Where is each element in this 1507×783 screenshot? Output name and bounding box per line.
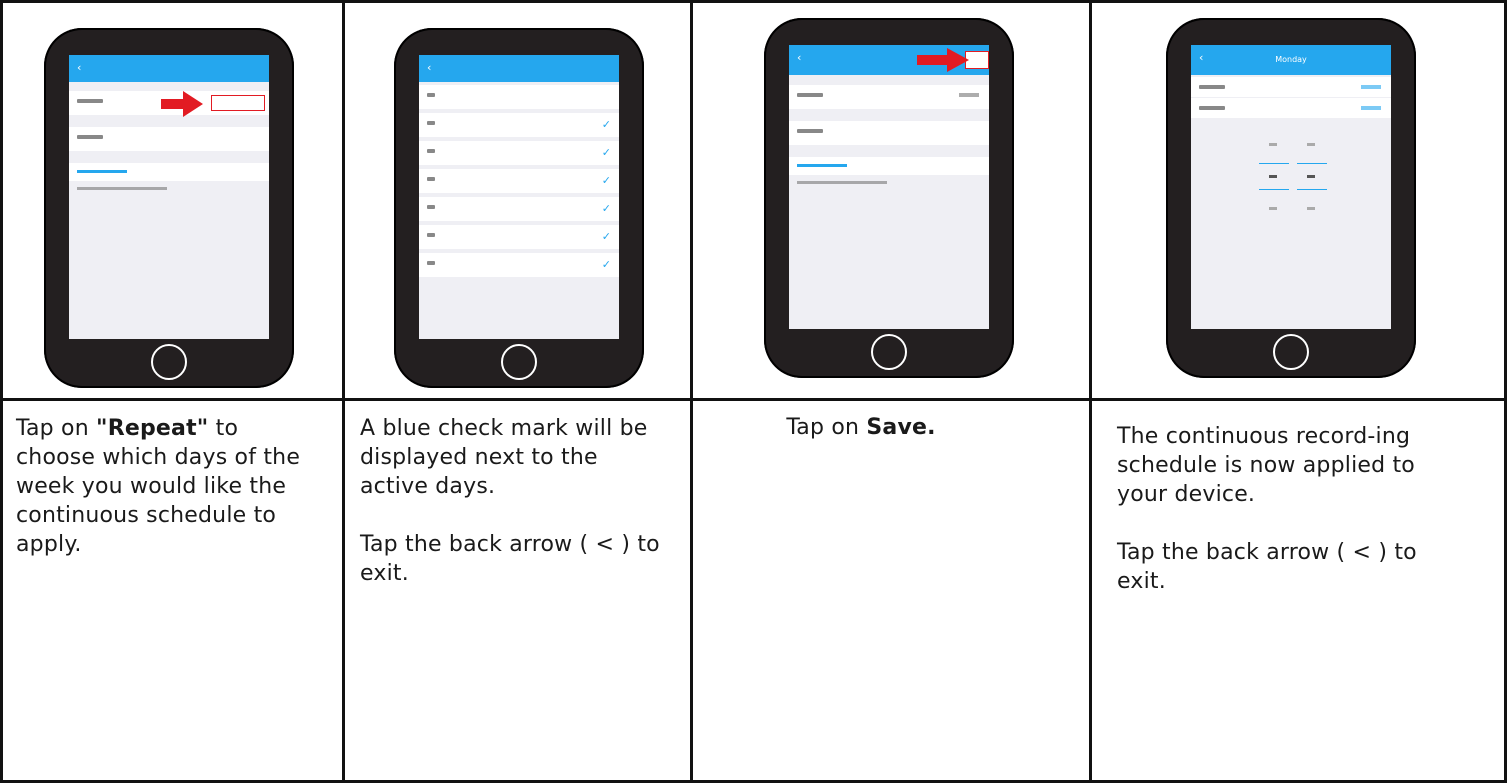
phone-screen: ‹ ✓ ✓ ✓ ✓ ✓ ✓ <box>419 55 619 339</box>
screen-title: Monday <box>1275 55 1307 64</box>
day-row: ✓ <box>419 225 619 249</box>
step-1-instruction: Tap on "Repeat" to choose which days of … <box>16 416 301 557</box>
check-icon: ✓ <box>601 118 611 131</box>
col-divider-1 <box>342 0 345 783</box>
app-bar: ‹ <box>419 55 619 82</box>
day-row: ✓ <box>419 197 619 221</box>
step-3-text: Tap on Save. <box>693 401 1089 781</box>
phone-step-3: ‹ <box>764 18 1014 378</box>
list-row <box>789 121 989 145</box>
left-border <box>0 0 3 783</box>
phone-step-4: ‹ Monday <box>1166 18 1416 378</box>
end-time-row <box>1191 98 1391 118</box>
back-arrow-icon: ‹ <box>427 61 432 74</box>
app-bar: ‹ <box>69 55 269 82</box>
day-row: ✓ <box>419 169 619 193</box>
link-row <box>789 157 989 175</box>
step-2-text: A blue check mark will be displayed next… <box>360 401 685 781</box>
col-divider-3 <box>1089 0 1092 783</box>
step-2-exit: Tap the back arrow ( < ) to exit. <box>360 532 660 586</box>
top-border <box>0 0 1507 3</box>
phone-screen: ‹ <box>69 55 269 339</box>
note-line <box>77 187 167 190</box>
step-1-text: Tap on "Repeat" to choose which days of … <box>16 401 336 781</box>
home-button-icon <box>1273 334 1309 370</box>
step-4-text: The continuous record-ing schedule is no… <box>1117 401 1497 781</box>
start-time-row <box>1191 77 1391 97</box>
check-icon: ✓ <box>601 202 611 215</box>
repeat-row <box>789 85 989 109</box>
home-button-icon <box>151 344 187 380</box>
phone-step-2: ‹ ✓ ✓ ✓ ✓ ✓ ✓ <box>394 28 644 388</box>
day-row: ✓ <box>419 141 619 165</box>
phone-screen: ‹ Monday <box>1191 45 1391 329</box>
step-3-instruction: Tap on Save. <box>786 415 936 440</box>
phone-step-1: ‹ <box>44 28 294 388</box>
home-button-icon <box>501 344 537 380</box>
link-row <box>69 163 269 181</box>
back-arrow-icon: ‹ <box>77 61 82 74</box>
check-icon: ✓ <box>601 258 611 271</box>
home-button-icon <box>871 334 907 370</box>
list-row <box>69 127 269 151</box>
step-4-exit: Tap the back arrow ( < ) to exit. <box>1117 540 1417 594</box>
step-2-instruction: A blue check mark will be displayed next… <box>360 416 648 499</box>
step-4-instruction: The continuous record-ing schedule is no… <box>1117 424 1415 507</box>
day-row: ✓ <box>419 253 619 277</box>
check-icon: ✓ <box>601 174 611 187</box>
red-arrow-icon <box>917 48 969 72</box>
red-arrow-icon <box>161 91 203 117</box>
check-icon: ✓ <box>601 230 611 243</box>
day-row: ✓ <box>419 113 619 137</box>
time-picker <box>1253 131 1333 221</box>
check-icon: ✓ <box>601 146 611 159</box>
app-bar: ‹ Monday <box>1191 45 1391 75</box>
day-row <box>419 85 619 109</box>
repeat-value-highlight <box>211 95 265 111</box>
phone-screen: ‹ <box>789 45 989 329</box>
back-arrow-icon: ‹ <box>797 51 802 64</box>
note-line <box>797 181 887 184</box>
